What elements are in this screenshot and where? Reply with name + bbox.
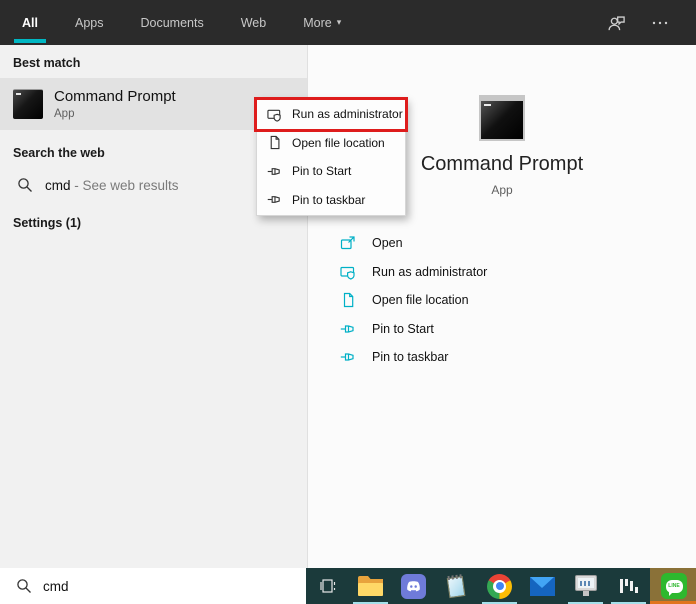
action-open-file-location[interactable]: Open file location xyxy=(308,286,696,315)
web-hint: - See web results xyxy=(70,177,179,193)
file-location-icon xyxy=(270,136,280,150)
chrome-icon xyxy=(487,573,512,599)
taskbar-app-line[interactable]: LINE xyxy=(650,568,696,604)
menu-item-pin-to-taskbar[interactable]: Pin to taskbar xyxy=(257,186,405,215)
taskbar-app-chrome[interactable] xyxy=(478,568,521,604)
pin-icon xyxy=(340,325,354,333)
media-viewer-icon xyxy=(573,575,599,597)
context-menu: Run as administrator Open file location … xyxy=(256,98,406,216)
taskbar-app-file-explorer[interactable] xyxy=(349,568,392,604)
search-icon xyxy=(18,178,32,192)
action-open[interactable]: Open xyxy=(308,229,696,258)
chevron-down-icon: ▾ xyxy=(336,17,342,27)
command-prompt-icon xyxy=(13,89,43,119)
tab-apps[interactable]: Apps xyxy=(73,0,106,45)
notepad-icon xyxy=(444,573,470,599)
pin-icon xyxy=(267,196,280,204)
menu-item-open-file-location[interactable]: Open file location xyxy=(257,129,405,158)
file-location-icon xyxy=(343,293,354,308)
preview-actions: Open Run as administrator Open file loca… xyxy=(308,229,696,372)
task-view-button[interactable] xyxy=(306,568,349,604)
pin-icon xyxy=(340,353,354,361)
tab-documents[interactable]: Documents xyxy=(138,0,205,45)
tab-more[interactable]: More ▾ xyxy=(301,0,343,45)
best-match-header: Best match xyxy=(13,56,81,70)
topbar-actions xyxy=(606,0,696,45)
taskbar-app-discord[interactable] xyxy=(392,568,435,604)
pin-icon xyxy=(267,167,280,175)
ellipsis-icon[interactable] xyxy=(650,13,670,33)
taskbar-search-box[interactable] xyxy=(0,568,306,604)
taskbar-app-mail[interactable] xyxy=(521,568,564,604)
open-icon xyxy=(340,236,355,250)
taskbar-app-equalizer[interactable] xyxy=(607,568,650,604)
run-as-admin-icon xyxy=(340,266,355,280)
feedback-person-icon[interactable] xyxy=(606,13,626,33)
discord-icon xyxy=(401,573,426,599)
menu-item-pin-to-start[interactable]: Pin to Start xyxy=(257,157,405,186)
taskbar-app-media-viewer[interactable] xyxy=(564,568,607,604)
tab-web[interactable]: Web xyxy=(239,0,268,45)
taskbar-app-notepad[interactable] xyxy=(435,568,478,604)
tab-all[interactable]: All xyxy=(14,0,46,45)
action-run-as-administrator[interactable]: Run as administrator xyxy=(308,258,696,287)
action-pin-to-start[interactable]: Pin to Start xyxy=(308,315,696,344)
file-explorer-icon xyxy=(358,576,383,596)
windows-search-screen: All Apps Documents Web More▾ Best match xyxy=(0,0,696,604)
action-pin-to-taskbar[interactable]: Pin to taskbar xyxy=(308,343,696,372)
taskbar: LINE xyxy=(0,568,696,604)
mail-icon xyxy=(530,576,555,596)
result-subtitle: App xyxy=(54,108,75,120)
search-filter-bar: All Apps Documents Web More ▾ xyxy=(0,0,696,45)
equalizer-icon xyxy=(618,575,640,597)
command-prompt-icon-large xyxy=(479,95,525,141)
search-input[interactable] xyxy=(43,578,273,594)
menu-item-run-as-administrator[interactable]: Run as administrator xyxy=(257,100,405,129)
run-as-admin-icon xyxy=(267,109,281,122)
web-query: cmd xyxy=(45,177,71,193)
result-title: Command Prompt xyxy=(54,88,176,105)
line-icon: LINE xyxy=(661,573,687,599)
task-view-icon xyxy=(319,579,335,593)
search-icon xyxy=(17,579,31,593)
